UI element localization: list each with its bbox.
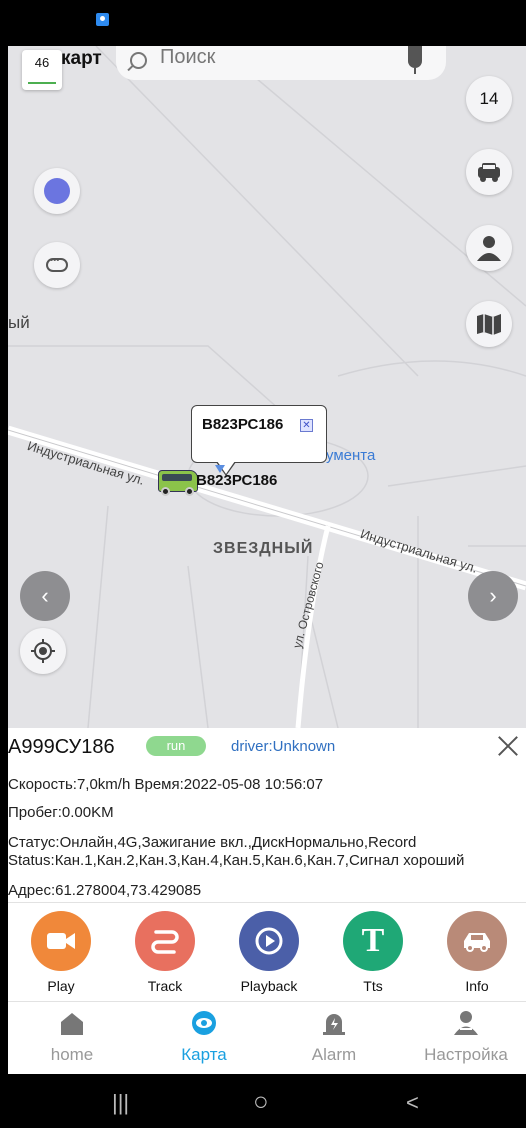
- alarm-icon: [323, 1014, 345, 1035]
- vehicle-filter-button[interactable]: [466, 149, 512, 195]
- track-button[interactable]: Track: [130, 911, 200, 994]
- tts-circle: T: [343, 911, 403, 971]
- chat-icon: [46, 255, 68, 272]
- map-view[interactable]: 46 карт Поиск 14 ый Индустриальная ул. И…: [8, 46, 526, 728]
- zoom-level-badge: 46: [22, 50, 62, 90]
- tab-map[interactable]: Карта: [154, 1010, 254, 1065]
- tab-home-label: home: [50, 1045, 94, 1064]
- driver-button[interactable]: [466, 225, 512, 271]
- microphone-icon[interactable]: [408, 46, 422, 74]
- zoom-14-button[interactable]: 14: [466, 76, 512, 122]
- message-button[interactable]: [34, 242, 80, 288]
- bus-vehicle-icon[interactable]: [158, 470, 198, 496]
- search-bar[interactable]: Поиск: [116, 46, 446, 80]
- info-label: Info: [465, 978, 489, 994]
- crosshair-icon: [31, 639, 55, 663]
- playback-button[interactable]: Playback: [234, 911, 304, 994]
- popup-plate: В823РС186: [202, 416, 284, 433]
- map-label-district-cut: ый: [8, 313, 30, 332]
- vehicle-plate: А999СУ186: [8, 736, 115, 758]
- app-title: карт: [61, 48, 102, 69]
- tab-home[interactable]: home: [22, 1010, 122, 1065]
- chevron-right-icon: ›: [489, 583, 497, 608]
- info-circle: [447, 911, 507, 971]
- tab-alarm-label: Alarm: [311, 1045, 357, 1064]
- playback-label: Playback: [240, 978, 298, 994]
- speed-time-line: Скорость:7,0km/h Время:2022-05-08 10:56:…: [8, 776, 324, 793]
- car-icon: [478, 163, 500, 182]
- location-status-icon: [96, 13, 109, 26]
- poi-label: умента: [326, 447, 376, 464]
- home-icon: [61, 1013, 83, 1035]
- map-icon: [477, 314, 501, 335]
- tab-settings-label: Настройка: [424, 1045, 508, 1064]
- home-nav-icon[interactable]: ○: [253, 1086, 269, 1117]
- prev-vehicle-button[interactable]: ‹: [20, 571, 70, 621]
- zoom-value: 14: [479, 89, 499, 108]
- tab-settings[interactable]: Настройка: [414, 1010, 518, 1065]
- my-location-button[interactable]: [20, 628, 66, 674]
- person-icon: [477, 236, 501, 261]
- driver-link[interactable]: driver:Unknown: [231, 738, 335, 755]
- car-info-icon: [464, 933, 490, 952]
- next-vehicle-button[interactable]: ›: [468, 571, 518, 621]
- vehicle-label: В823РС186: [196, 472, 278, 489]
- address-line: Адрес:61.278004,73.429085: [8, 882, 202, 899]
- status-badge: run: [146, 736, 206, 756]
- close-icon[interactable]: [496, 734, 520, 758]
- status-bar: [0, 0, 526, 46]
- eye-icon: [192, 1011, 216, 1035]
- district-label: ЗВЕЗДНЫЙ: [213, 540, 314, 557]
- tts-button[interactable]: T Tts: [338, 911, 408, 994]
- search-input[interactable]: Поиск: [160, 46, 215, 69]
- bottom-tab-bar: home Карта Alarm Настройка: [8, 1002, 526, 1074]
- back-nav-icon[interactable]: <: [406, 1090, 419, 1116]
- tab-map-label: Карта: [181, 1045, 227, 1064]
- vehicle-popup[interactable]: В823РС186 ✕: [191, 405, 327, 476]
- replay-icon: [255, 927, 283, 955]
- play-button[interactable]: Play: [26, 911, 96, 994]
- map-roads: [8, 46, 526, 728]
- video-camera-icon: [47, 933, 75, 949]
- map-layers-button[interactable]: [466, 301, 512, 347]
- page-indicator: [262, 995, 290, 1008]
- chevron-left-icon: ‹: [41, 583, 49, 608]
- playback-circle: [239, 911, 299, 971]
- recent-apps-icon[interactable]: |||: [112, 1090, 129, 1116]
- info-button[interactable]: Info: [442, 911, 512, 994]
- user-settings-icon: [454, 1011, 478, 1035]
- tab-alarm[interactable]: Alarm: [284, 1010, 384, 1065]
- popup-close-icon[interactable]: ✕: [300, 419, 313, 432]
- system-nav-bar: ||| ○ <: [0, 1074, 526, 1128]
- track-label: Track: [147, 978, 183, 994]
- track-circle: [135, 911, 195, 971]
- text-t-icon: T: [361, 922, 385, 959]
- track-route-icon: [151, 930, 179, 954]
- status-line-1: Статус:Онлайн,4G,Зажигание вкл.,ДискНорм…: [8, 834, 417, 851]
- action-bar: Play Track Playback T Tts Info: [8, 902, 526, 1008]
- online-status-button[interactable]: [34, 168, 80, 214]
- mileage-line: Пробег:0.00KM: [8, 804, 114, 821]
- status-dot-icon: [44, 178, 70, 204]
- status-line-2: Status:Кан.1,Кан.2,Кан.3,Кан.4,Кан.5,Кан…: [8, 852, 465, 869]
- vehicle-info-panel: А999СУ186 run driver:Unknown Скорость:7,…: [8, 728, 526, 902]
- play-label: Play: [47, 978, 75, 994]
- search-icon: [130, 52, 147, 69]
- play-circle: [31, 911, 91, 971]
- tts-label: Tts: [363, 978, 383, 994]
